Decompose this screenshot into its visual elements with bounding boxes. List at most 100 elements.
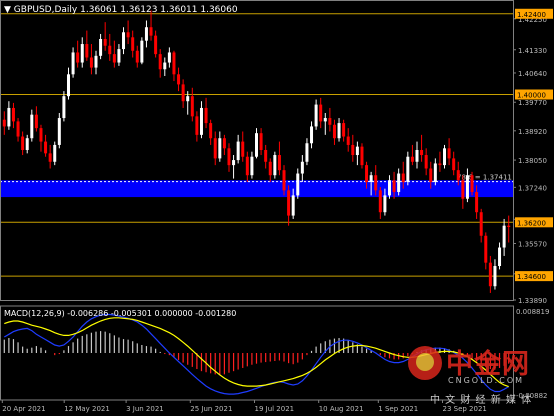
ohlc-label: 1.36061 1.36123 1.36011 1.36060 (80, 5, 238, 15)
candle-body (351, 144, 355, 156)
candle-body (475, 192, 479, 213)
date-tick-label: 25 Jun 2021 (190, 405, 232, 413)
watermark-site: CNGOLD.COM (448, 376, 525, 385)
candle-body (103, 38, 107, 46)
candle-body (232, 160, 236, 166)
price-tick-label: 1.39770 (518, 99, 547, 107)
candle-body (415, 149, 419, 162)
candle-body (213, 138, 217, 159)
level-label: 1.34600 (517, 273, 546, 281)
candle-body (250, 156, 254, 176)
price-tick-label: 1.35570 (518, 240, 547, 248)
candle-body (461, 180, 465, 199)
candle-body (2, 119, 6, 127)
candle-body (222, 138, 226, 149)
candle-body (177, 74, 181, 85)
candle-body (374, 175, 378, 191)
candle-body (410, 156, 414, 162)
candle-body (277, 155, 281, 171)
candle-body (25, 138, 29, 150)
candle-body (66, 74, 70, 97)
candle-body (406, 156, 410, 182)
candle-body (319, 104, 323, 122)
candle-body (259, 133, 263, 150)
candle-body (470, 175, 474, 193)
candle-body (48, 153, 52, 162)
candle-body (401, 173, 405, 182)
candle-body (360, 146, 364, 166)
candle-body (140, 40, 144, 63)
candle-body (62, 96, 66, 119)
candle-body (158, 54, 162, 70)
candle-body (355, 146, 359, 156)
price-tick-label: 1.40640 (518, 70, 547, 78)
candle-body (186, 96, 190, 102)
macd-tick-label: 0.008819 (516, 308, 549, 316)
candle-body (190, 96, 194, 117)
candle-body (443, 148, 447, 166)
date-tick-label: 19 Jul 2021 (255, 405, 295, 413)
candle-body (502, 225, 506, 248)
candle-body (34, 114, 38, 129)
date-tick-label: 20 Apr 2021 (2, 405, 45, 413)
price-pane: 78.6 = 1.37411 (0, 10, 513, 293)
candle-body (323, 118, 327, 122)
candle-body (89, 57, 93, 68)
candle-body (342, 123, 346, 137)
candle-body (16, 121, 20, 137)
candle-body (236, 141, 240, 161)
candle-body (310, 126, 314, 144)
candle-body (154, 35, 158, 55)
candle-body (135, 50, 139, 63)
candle-body (227, 148, 231, 166)
candle-body (108, 45, 112, 55)
candle-body (144, 27, 148, 41)
candle-body (433, 163, 437, 182)
candle-body (30, 114, 34, 139)
candle-body (218, 138, 222, 159)
candle-body (397, 173, 401, 193)
candle-body (39, 128, 43, 142)
candle-body (420, 149, 424, 156)
candle-body (337, 123, 341, 139)
candle-body (255, 133, 258, 157)
candle-body (488, 262, 492, 287)
candle-body (300, 161, 304, 174)
date-tick-label: 23 Sep 2021 (443, 405, 487, 413)
candle-body (328, 118, 332, 125)
candle-body (378, 190, 382, 213)
candle-body (245, 156, 249, 176)
watermark-tagline: 中 文 财 经 新 媒 体 (430, 395, 533, 406)
candle-body (365, 165, 369, 182)
candle-body (57, 118, 61, 145)
candle-body (287, 190, 291, 216)
candle-body (273, 155, 277, 176)
candle-body (94, 55, 98, 68)
support-resistance-zone (0, 180, 513, 198)
candle-body (507, 225, 511, 228)
candle-body (209, 123, 213, 139)
candle-body (195, 116, 199, 135)
candle-body (456, 170, 460, 181)
date-tick-label: 10 Aug 2021 (319, 405, 364, 413)
candle-body (122, 32, 126, 50)
candle-body (167, 52, 171, 63)
chart-title: ▼ GBPUSD,Daily 1.36061 1.36123 1.36011 1… (4, 5, 238, 15)
candle-body (44, 141, 48, 154)
candle-body (305, 143, 309, 162)
date-tick-label: 3 Jun 2021 (126, 405, 164, 413)
candle-body (131, 37, 135, 51)
candle-body (383, 195, 387, 213)
date-tick-label: 1 Sep 2021 (378, 405, 418, 413)
candle-body (465, 175, 469, 199)
price-tick-label: 1.38920 (518, 128, 547, 136)
candle-body (181, 84, 185, 102)
level-label: 1.40000 (517, 91, 546, 99)
candle-body (438, 163, 442, 166)
candle-body (268, 161, 272, 176)
candle-body (452, 158, 456, 171)
candle-body (291, 195, 295, 216)
candle-body (332, 124, 336, 139)
candle-body (264, 149, 268, 162)
candle-body (126, 32, 130, 38)
